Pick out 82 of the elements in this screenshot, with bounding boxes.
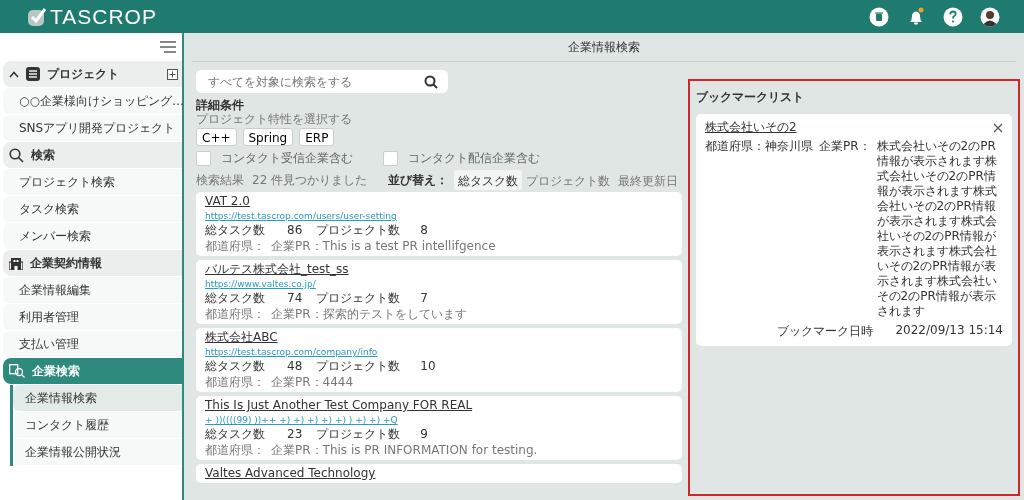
company-link[interactable]: バルテス株式会社_test_ss <box>205 262 349 277</box>
search-icon[interactable] <box>424 75 438 89</box>
trash-icon[interactable] <box>869 6 889 27</box>
stat-value: 7 <box>420 291 428 306</box>
filter-subheading: プロジェクト特性を選択する <box>196 112 353 126</box>
company-pr: 企業PR：This is PR INFORMATION for testing. <box>271 443 538 458</box>
search-field[interactable]: すべてを対象に検索をする <box>196 70 448 93</box>
prefecture-label: 都道府県： <box>205 239 265 254</box>
stat-value: 10 <box>420 359 436 374</box>
stat-value: 74 <box>287 291 303 306</box>
tag-button[interactable]: Spring <box>242 128 294 146</box>
sidebar-item[interactable]: コンタクト履歴 <box>13 412 182 438</box>
stat-label: 総タスク数 <box>205 359 265 374</box>
stat-label: プロジェクト数 <box>316 427 401 442</box>
sort-option[interactable]: 最終更新日 <box>614 170 682 190</box>
prefecture-label: 都道府県： <box>205 443 265 458</box>
prefecture-label: 都道府県： <box>205 307 265 322</box>
company-link[interactable]: 株式会社ABC <box>205 330 278 345</box>
sidebar-item[interactable]: メンバー検索 <box>3 223 182 249</box>
prefecture-label: 都道府県： <box>205 375 265 390</box>
sort-option[interactable]: プロジェクト数 <box>522 170 614 190</box>
sidebar-item[interactable]: 企業情報編集 <box>3 277 182 303</box>
building-icon <box>9 256 23 270</box>
menu-icon[interactable] <box>160 41 176 53</box>
logo-text: TASCROP <box>50 4 157 29</box>
sidebar-item[interactable]: 企業情報検索 <box>13 385 182 411</box>
sidebar-item[interactable]: ○○企業様向けショッピング… <box>3 88 182 114</box>
stat-value: 86 <box>287 223 303 238</box>
bookmark-date-label: ブックマーク日時 <box>777 323 874 340</box>
close-icon[interactable] <box>993 122 1003 133</box>
stat-value: 23 <box>287 427 303 442</box>
sidebar-section[interactable]: 企業検索 <box>3 358 182 384</box>
stat-label: プロジェクト数 <box>316 223 401 238</box>
search-list-icon <box>9 364 25 378</box>
company-pr: 企業PR：探索的テストをしています <box>271 307 467 322</box>
sidebar-item[interactable]: タスク検索 <box>3 196 182 222</box>
company-link[interactable]: 株式会社いその2 <box>705 120 797 135</box>
company-pr: 株式会社いその2のPR情報が表示されます株式会社いその2のPR情報が表示されます株式会社いその2のPR情報が表示されます株式会社いその2のPR情報が表示されます株式会社いその2のPR情報が表示されます株式会社いその2のPR情報が表示されます <box>876 139 998 319</box>
stat-label: 総タスク数 <box>205 223 265 238</box>
prefecture: 都道府県：神奈川県 <box>705 139 813 155</box>
add-icon[interactable] <box>167 68 178 80</box>
avatar-icon[interactable] <box>980 6 1000 27</box>
stat-value: 48 <box>287 359 303 374</box>
stat-label: 総タスク数 <box>205 427 265 442</box>
checkbox-label: コンタクト受信企業含む <box>221 150 353 167</box>
tag-button[interactable]: ERP <box>299 128 335 146</box>
pr-label: 企業PR： <box>819 139 871 155</box>
bookmark-date: 2022/09/13 15:14 <box>895 323 1003 339</box>
results-count: 22 件見つかりました <box>252 171 368 189</box>
checkbox-label: コンタクト配信企業含む <box>408 150 540 167</box>
chevron-up-icon <box>9 70 19 78</box>
sidebar-item[interactable]: 支払い管理 <box>3 331 182 357</box>
tag-button[interactable]: C++ <box>196 128 237 146</box>
sidebar-item[interactable]: 企業情報公開状況 <box>13 439 182 465</box>
sort-label: 並び替え： <box>388 171 448 189</box>
results-label: 検索結果 <box>196 171 244 189</box>
sidebar-section[interactable]: 企業契約情報 <box>3 250 182 276</box>
help-icon[interactable] <box>943 6 963 27</box>
company-link[interactable]: This Is Just Another Test Company FOR REAL <box>205 398 473 413</box>
checkbox[interactable] <box>196 151 211 166</box>
filter-heading: 詳細条件 <box>196 98 245 112</box>
list-icon <box>26 67 40 81</box>
check-icon <box>27 6 47 27</box>
bookmark-heading: ブックマークリスト <box>696 89 805 106</box>
sidebar-section[interactable]: 検索 <box>3 142 182 168</box>
sidebar-item[interactable]: 利用者管理 <box>3 304 182 330</box>
sidebar-item[interactable]: プロジェクト検索 <box>3 169 182 195</box>
stat-label: 総タスク数 <box>205 291 265 306</box>
checkbox[interactable] <box>383 151 398 166</box>
stat-value: 9 <box>420 427 428 442</box>
company-link[interactable]: Valtes Advanced Technology <box>205 466 376 481</box>
company-link[interactable]: VAT 2.0 <box>205 194 250 209</box>
sidebar-item[interactable]: SNSアプリ開発プロジェクト <box>3 115 182 141</box>
sidebar-section[interactable]: プロジェクト <box>3 61 182 87</box>
sort-option[interactable]: 総タスク数 <box>454 170 522 190</box>
company-pr: 企業PR：This is a test PR intellifgence <box>271 239 496 254</box>
stat-label: プロジェクト数 <box>316 291 401 306</box>
stat-value: 8 <box>420 223 428 238</box>
search-icon <box>9 147 24 163</box>
stat-label: プロジェクト数 <box>316 359 401 374</box>
page-title: 企業情報検索 <box>192 33 1016 62</box>
company-pr: 企業PR：4444 <box>271 375 354 390</box>
